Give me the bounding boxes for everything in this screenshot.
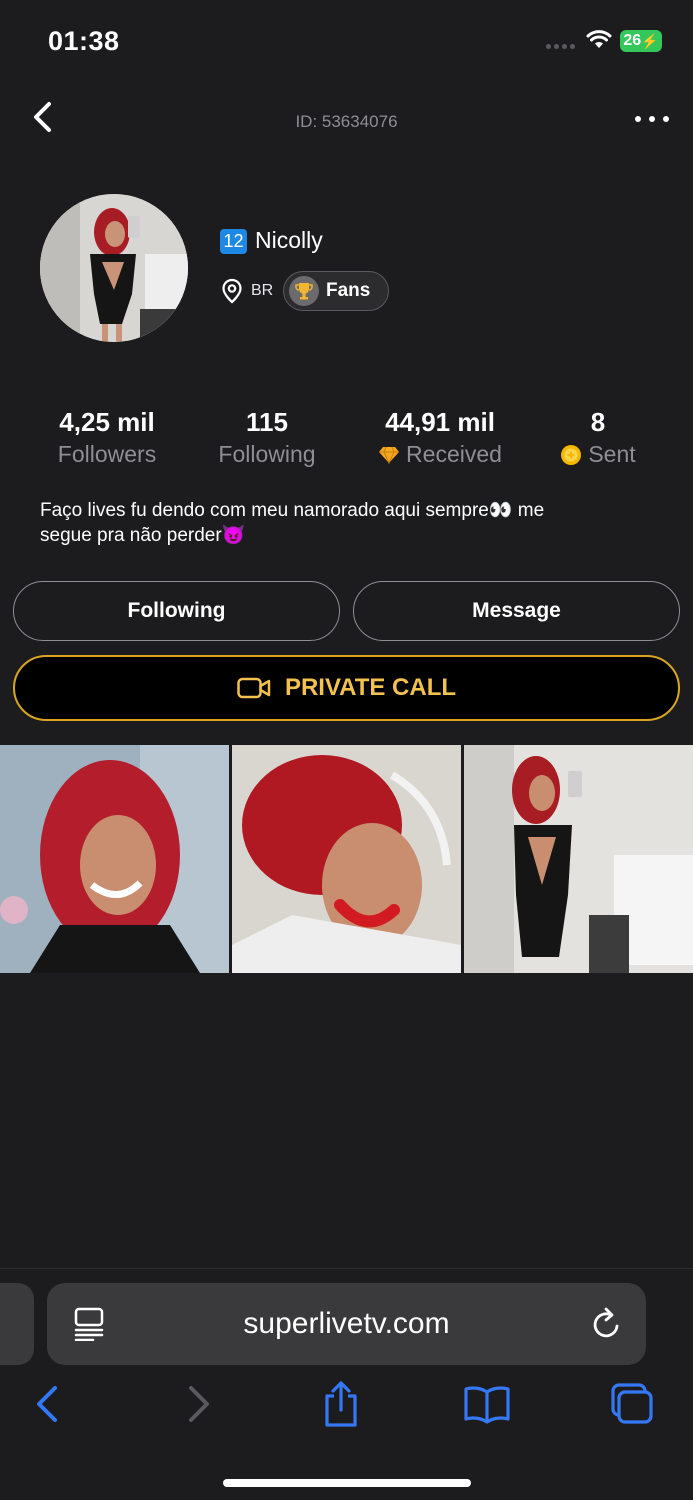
forward-icon	[189, 1386, 209, 1422]
share-button[interactable]	[316, 1376, 366, 1432]
received-label: Received	[406, 441, 502, 467]
private-call-label: PRIVATE CALL	[284, 674, 457, 701]
profile-name: Nicolly	[255, 227, 323, 253]
diamond-icon	[379, 446, 400, 464]
tabs-icon	[611, 1383, 653, 1424]
browser-toolbar	[0, 1376, 693, 1436]
video-camera-icon	[237, 677, 271, 699]
wifi-icon	[586, 30, 612, 55]
address-bar[interactable]: superlivetv.com	[47, 1283, 646, 1365]
bio-line-2: segue pra não perder😈	[40, 525, 246, 546]
level-badge: 12	[220, 229, 247, 254]
browser-forward-button[interactable]	[173, 1376, 223, 1432]
followers-count: 4,25 mil	[59, 407, 155, 437]
fans-label: Fans	[326, 280, 371, 301]
stat-following[interactable]: 115 Following	[204, 406, 330, 468]
following-label: Following	[218, 441, 316, 467]
home-indicator	[223, 1479, 471, 1487]
sent-label: Sent	[588, 441, 636, 467]
status-bar: 01:38 26 ⚡	[0, 0, 693, 80]
bookmarks-button[interactable]	[462, 1376, 512, 1432]
cellular-signal-icon	[546, 44, 575, 49]
reload-icon[interactable]	[591, 1307, 623, 1346]
more-dots-icon	[635, 116, 641, 122]
tabs-button[interactable]	[607, 1376, 657, 1432]
url-text: superlivetv.com	[243, 1307, 450, 1340]
battery-charging-icon: 26 ⚡	[620, 30, 662, 52]
trophy-icon	[289, 276, 319, 306]
profile-bio: Faço lives fu dendo com meu namorado aqu…	[40, 498, 660, 548]
gallery-photo[interactable]	[232, 745, 461, 973]
country-code: BR	[251, 282, 274, 299]
bio-line-1: Faço lives fu dendo com meu namorado aqu…	[40, 500, 545, 521]
stat-followers[interactable]: 4,25 mil Followers	[44, 406, 170, 468]
bookmarks-icon	[464, 1386, 510, 1424]
status-time: 01:38	[48, 26, 120, 56]
gallery-photo[interactable]	[0, 745, 229, 973]
back-icon	[37, 1386, 57, 1422]
photo-gallery	[0, 745, 693, 973]
gallery-photo[interactable]	[464, 745, 693, 973]
sent-count: 8	[590, 407, 606, 437]
share-icon	[325, 1381, 357, 1427]
previous-tab-preview[interactable]	[0, 1283, 34, 1365]
private-call-button[interactable]: PRIVATE CALL	[13, 655, 680, 721]
coin-icon	[561, 444, 582, 465]
location-pin-icon	[221, 278, 243, 309]
profile-nav-bar: ID: 53634076	[0, 90, 693, 150]
received-count: 44,91 mil	[385, 407, 495, 437]
following-count: 115	[246, 407, 288, 437]
battery-level: 26	[623, 32, 642, 49]
followers-label: Followers	[57, 441, 157, 467]
user-id: ID: 53634076	[295, 112, 398, 131]
more-options-button[interactable]	[630, 104, 674, 134]
avatar[interactable]	[40, 194, 188, 342]
message-button[interactable]: Message	[353, 581, 680, 641]
fans-button[interactable]: Fans	[283, 271, 389, 311]
stat-received[interactable]: 44,91 mil Received	[362, 406, 518, 468]
following-button[interactable]: Following	[13, 581, 340, 641]
stat-sent[interactable]: 8 Sent	[548, 406, 648, 468]
browser-back-button[interactable]	[23, 1376, 73, 1432]
